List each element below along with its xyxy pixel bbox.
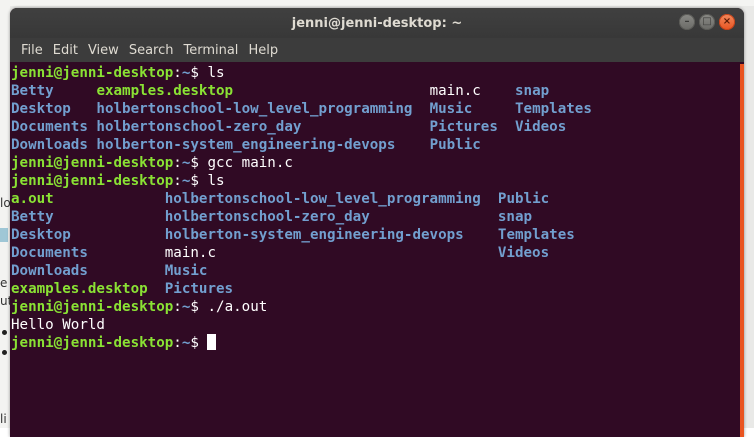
directory-entry: Templates: [515, 101, 592, 117]
menu-terminal[interactable]: Terminal: [178, 43, 243, 58]
directory-entry: Betty: [11, 209, 54, 225]
directory-entry: Pictures: [164, 281, 234, 297]
directory-entry: Videos: [497, 245, 550, 261]
directory-entry: holbertonschool-low_level_programming: [96, 101, 413, 117]
directory-entry: Downloads: [11, 263, 88, 279]
directory-entry: snap: [515, 83, 550, 99]
output-line: Betty holbertonschool-zero_day snap: [11, 208, 741, 226]
output-line: a.out holbertonschool-low_level_programm…: [11, 190, 741, 208]
output-line: Desktop holberton-system_engineering-dev…: [11, 226, 741, 244]
file-entry: main.c: [429, 83, 481, 99]
window-title: jenni@jenni-desktop: ~: [291, 15, 463, 31]
directory-entry: Public: [497, 191, 550, 207]
background-document: lo e ut li: [0, 0, 10, 437]
background-window-edge: [0, 0, 754, 6]
minimize-icon[interactable]: –: [679, 14, 695, 30]
menu-bar: File Edit View Search Terminal Help: [10, 38, 744, 62]
directory-entry: snap: [497, 209, 533, 225]
prompt-user: jenni@jenni-desktop: [11, 299, 174, 315]
directory-entry: holbertonschool-zero_day: [96, 119, 302, 135]
directory-entry: holbertonschool-zero_day: [164, 209, 370, 225]
output-line: Hello World: [11, 316, 741, 334]
prompt-line: jenni@jenni-desktop:~$: [11, 334, 741, 352]
background-text-fragment: ut: [0, 294, 10, 308]
directory-entry: Music: [164, 263, 208, 279]
directory-entry: Public: [429, 137, 481, 153]
menu-search[interactable]: Search: [124, 43, 179, 58]
directory-entry: Music: [429, 101, 473, 117]
prompt-line: jenni@jenni-desktop:~$ gcc main.c: [11, 154, 741, 172]
prompt-user: jenni@jenni-desktop: [11, 65, 174, 81]
directory-entry: holberton-system_engineering-devops: [96, 137, 396, 153]
scrollbar[interactable]: [740, 64, 744, 437]
directory-entry: Betty: [11, 83, 54, 99]
prompt-separator: :: [173, 335, 182, 351]
output-line: Betty examples.desktop main.c snap: [11, 82, 741, 100]
prompt-symbol: $: [190, 335, 208, 351]
background-bullet: [2, 350, 7, 355]
prompt-user: jenni@jenni-desktop: [11, 173, 174, 189]
prompt-separator: :: [173, 155, 182, 171]
close-icon[interactable]: ×: [719, 14, 735, 30]
executable-entry: examples.desktop: [11, 281, 148, 297]
title-bar[interactable]: jenni@jenni-desktop: ~ – □ ×: [10, 8, 744, 38]
command-text: gcc main.c: [207, 155, 293, 171]
directory-entry: Videos: [514, 119, 567, 135]
file-entry: main.c: [164, 245, 216, 261]
background-text-fragment: e: [0, 276, 8, 290]
output-line: Desktop holbertonschool-low_level_progra…: [11, 100, 741, 118]
directory-entry: Documents: [11, 245, 88, 261]
directory-entry: Templates: [497, 227, 575, 243]
maximize-icon[interactable]: □: [699, 14, 715, 30]
output-line: Downloads holberton-system_engineering-d…: [11, 136, 741, 154]
directory-entry: Desktop: [11, 101, 71, 117]
prompt-line: jenni@jenni-desktop:~$ ls: [11, 172, 741, 190]
directory-entry: holbertonschool-low_level_programming: [164, 191, 481, 207]
directory-entry: Downloads: [11, 137, 88, 153]
terminal-window[interactable]: jenni@jenni-desktop: ~ – □ × File Edit V…: [10, 8, 744, 437]
command-text: ./a.out: [207, 299, 268, 315]
prompt-symbol: $: [190, 155, 208, 171]
prompt-separator: :: [173, 173, 182, 189]
directory-entry: Desktop: [11, 227, 71, 243]
text-cursor: [207, 334, 217, 350]
directory-entry: Documents: [11, 119, 88, 135]
prompt-symbol: $: [190, 299, 208, 315]
output-line: Documents holbertonschool-zero_day Pictu…: [11, 118, 741, 136]
file-entry: Hello World: [11, 317, 105, 333]
prompt-user: jenni@jenni-desktop: [11, 335, 174, 351]
directory-entry: holberton-system_engineering-devops: [164, 227, 464, 243]
menu-file[interactable]: File: [16, 43, 48, 58]
background-bullet: [2, 330, 7, 335]
menu-help[interactable]: Help: [243, 43, 283, 58]
prompt-user: jenni@jenni-desktop: [11, 155, 174, 171]
prompt-symbol: $: [190, 173, 208, 189]
executable-entry: examples.desktop: [96, 83, 234, 99]
directory-entry: Pictures: [429, 119, 498, 135]
terminal-output[interactable]: jenni@jenni-desktop:~$ ls Betty examples.…: [10, 64, 741, 437]
output-line: examples.desktop Pictures: [11, 280, 741, 298]
menu-view[interactable]: View: [83, 43, 124, 58]
command-text: ls: [207, 173, 225, 189]
prompt-line: jenni@jenni-desktop:~$ ./a.out: [11, 298, 741, 316]
background-highlight: [0, 228, 8, 242]
command-text: ls: [207, 65, 225, 81]
prompt-line: jenni@jenni-desktop:~$ ls: [11, 64, 741, 82]
output-line: Downloads Music: [11, 262, 741, 280]
prompt-symbol: $: [190, 65, 208, 81]
background-text-fragment: li: [0, 412, 7, 426]
menu-edit[interactable]: Edit: [48, 43, 83, 58]
background-text-fragment: lo: [0, 196, 10, 210]
output-line: Documents main.c Videos: [11, 244, 741, 262]
prompt-separator: :: [173, 65, 182, 81]
executable-entry: a.out: [11, 191, 54, 207]
prompt-separator: :: [173, 299, 182, 315]
window-controls: – □ ×: [679, 14, 735, 30]
